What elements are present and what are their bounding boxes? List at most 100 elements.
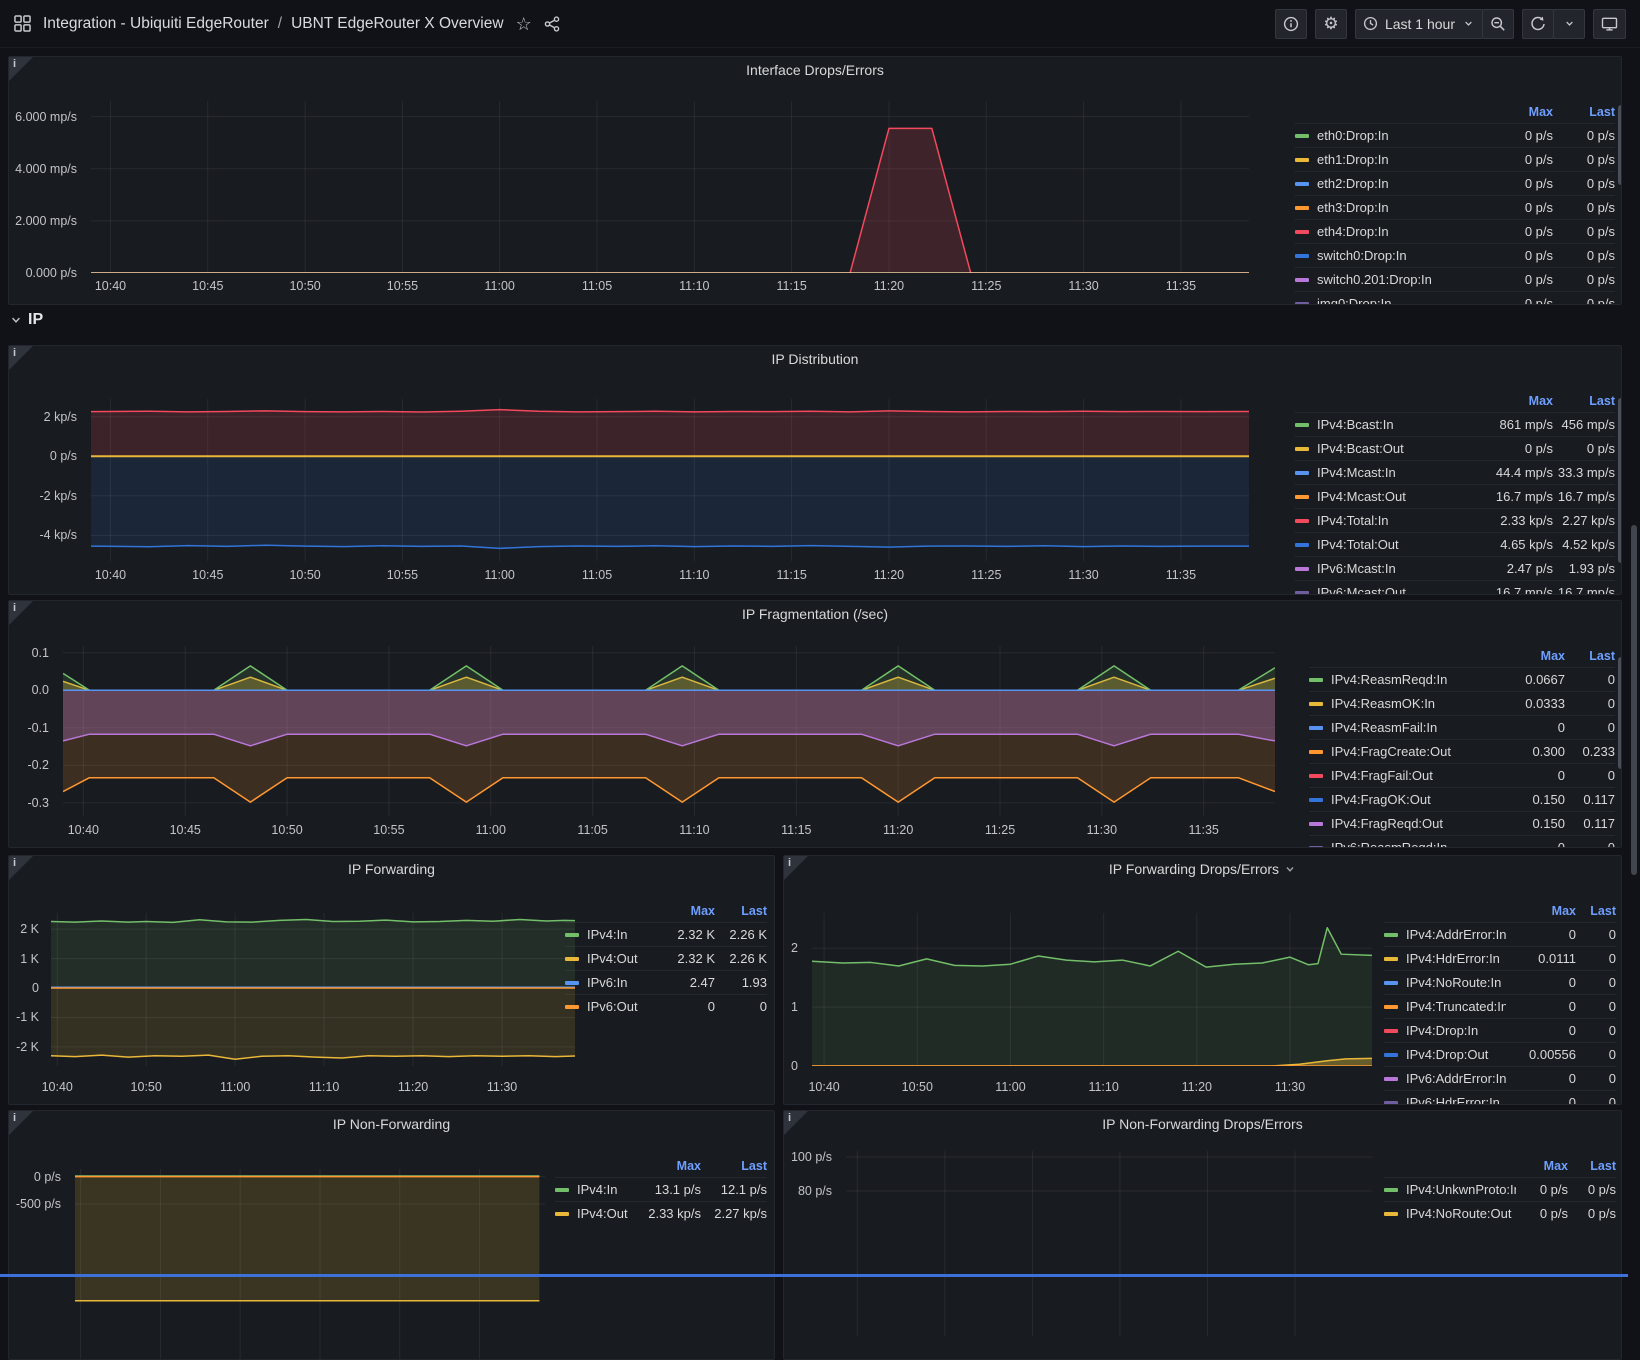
legend: MaxLastIPv4:Bcast:In861 mp/s456 mp/sIPv4… (1295, 390, 1615, 595)
legend-item[interactable]: eth2:Drop:In0 p/s0 p/s (1295, 171, 1615, 195)
row-header-ip[interactable]: IP (10, 311, 43, 329)
star-icon[interactable]: ☆ (516, 15, 532, 33)
chart-ip-forwarding[interactable] (51, 913, 575, 1066)
time-range-picker[interactable]: Last 1 hour (1355, 9, 1483, 39)
legend-column-last[interactable]: Last (701, 1159, 767, 1173)
legend-column-last[interactable]: Last (1553, 105, 1615, 119)
legend-scrollbar[interactable] (1618, 398, 1622, 563)
legend-item[interactable]: IPv4:NoRoute:Out0 p/s0 p/s (1384, 1201, 1616, 1225)
refresh-interval-dropdown[interactable] (1553, 9, 1585, 39)
legend-item[interactable]: IPv4:In13.1 p/s12.1 p/s (555, 1177, 767, 1201)
legend-item[interactable]: IPv4:Bcast:Out0 p/s0 p/s (1295, 436, 1615, 460)
legend-item[interactable]: IPv4:Drop:In00 (1384, 1018, 1616, 1042)
legend-last-value: 0 (715, 999, 767, 1014)
legend-column-last[interactable]: Last (1565, 649, 1615, 663)
x-tick-label: 11:20 (1182, 1080, 1212, 1094)
legend-series-label: IPv6:HdrError:In (1406, 1095, 1506, 1105)
legend-item[interactable]: eth4:Drop:In0 p/s0 p/s (1295, 219, 1615, 243)
legend-item[interactable]: IPv4:AddrError:In00 (1384, 922, 1616, 946)
chart-interface-drops-errors[interactable] (91, 101, 1249, 273)
legend-item[interactable]: IPv4:ReasmOK:In0.03330 (1309, 691, 1615, 715)
panel-title[interactable]: Interface Drops/Errors (9, 62, 1621, 78)
legend-scrollbar[interactable] (1618, 105, 1622, 185)
legend-item[interactable]: IPv4:Out2.32 K2.26 K (565, 946, 767, 970)
legend-series-label: IPv4:UnkwnProto:In (1406, 1182, 1516, 1197)
legend-column-last[interactable]: Last (1553, 394, 1615, 408)
legend-item[interactable]: IPv4:HdrError:In0.01110 (1384, 946, 1616, 970)
legend-item[interactable]: eth1:Drop:In0 p/s0 p/s (1295, 147, 1615, 171)
legend-item[interactable]: IPv4:Mcast:In44.4 mp/s33.3 mp/s (1295, 460, 1615, 484)
page-scrollbar[interactable] (1631, 525, 1637, 875)
legend-header: MaxLast (1384, 1155, 1616, 1177)
chevron-down-icon (1284, 863, 1296, 875)
legend: MaxLastIPv4:UnkwnProto:In0 p/s0 p/sIPv4:… (1384, 1155, 1616, 1225)
legend-item[interactable]: IPv4:Truncated:In00 (1384, 994, 1616, 1018)
panel-title[interactable]: IP Forwarding (9, 861, 774, 877)
legend-item[interactable]: IPv4:Bcast:In861 mp/s456 mp/s (1295, 412, 1615, 436)
legend-series-label: IPv4:Drop:In (1406, 1023, 1506, 1038)
legend-column-last[interactable]: Last (1568, 1159, 1616, 1173)
x-tick-label: 11:25 (971, 568, 1001, 582)
chart-ip-non-forwarding[interactable] (75, 1169, 545, 1360)
legend-item[interactable]: eth3:Drop:In0 p/s0 p/s (1295, 195, 1615, 219)
legend-column-last[interactable]: Last (1576, 904, 1616, 918)
legend-item[interactable]: IPv6:ReasmReqd:In00 (1309, 835, 1615, 848)
legend-item[interactable]: IPv4:UnkwnProto:In0 p/s0 p/s (1384, 1177, 1616, 1201)
legend-item[interactable]: IPv4:Mcast:Out16.7 mp/s16.7 mp/s (1295, 484, 1615, 508)
y-tick-label: 0.1 (32, 646, 49, 660)
legend-scrollbar[interactable] (1618, 657, 1622, 769)
breadcrumb-folder[interactable]: Integration - Ubiquiti EdgeRouter (43, 15, 269, 33)
grid-menu-icon[interactable] (14, 15, 31, 32)
legend-item[interactable]: IPv6:Mcast:In2.47 p/s1.93 p/s (1295, 556, 1615, 580)
legend-column-last[interactable]: Last (715, 904, 767, 918)
legend-item[interactable]: IPv6:AddrError:In00 (1384, 1066, 1616, 1090)
share-icon[interactable] (544, 16, 560, 32)
legend-swatch (1309, 774, 1323, 778)
panel-title[interactable]: IP Forwarding Drops/Errors (784, 861, 1621, 877)
legend-item[interactable]: IPv4:Drop:Out0.005560 (1384, 1042, 1616, 1066)
legend-item[interactable]: IPv6:In2.471.93 (565, 970, 767, 994)
legend-item[interactable]: IPv6:Out00 (565, 994, 767, 1018)
legend-item[interactable]: IPv4:NoRoute:In00 (1384, 970, 1616, 994)
legend-item[interactable]: IPv4:In2.32 K2.26 K (565, 922, 767, 946)
legend-column-max[interactable]: Max (629, 1159, 701, 1173)
panel-title[interactable]: IP Non-Forwarding Drops/Errors (784, 1116, 1621, 1132)
legend-item[interactable]: IPv4:Total:In2.33 kp/s2.27 kp/s (1295, 508, 1615, 532)
legend-column-max[interactable]: Max (1516, 1159, 1568, 1173)
legend-item[interactable]: IPv4:FragReqd:Out0.1500.117 (1309, 811, 1615, 835)
panel-title[interactable]: IP Distribution (9, 351, 1621, 367)
legend-item[interactable]: IPv4:ReasmFail:In00 (1309, 715, 1615, 739)
chart-ip-forwarding-drops-errors[interactable] (812, 913, 1372, 1066)
legend-swatch (565, 981, 579, 985)
panel-title[interactable]: IP Fragmentation (/sec) (9, 606, 1621, 622)
legend-column-max[interactable]: Max (657, 904, 715, 918)
legend-item[interactable]: IPv4:FragCreate:Out0.3000.233 (1309, 739, 1615, 763)
time-zoom-out-button[interactable] (1482, 9, 1514, 39)
chart-ip-non-forwarding-drops-errors[interactable] (846, 1151, 1372, 1336)
legend-item[interactable]: imq0:Drop:In0 p/s0 p/s (1295, 291, 1615, 305)
chart-ip-fragmentation[interactable] (63, 646, 1275, 816)
legend-column-max[interactable]: Max (1506, 904, 1576, 918)
legend-series-label: imq0:Drop:In (1317, 296, 1477, 305)
legend-item[interactable]: IPv6:HdrError:In00 (1384, 1090, 1616, 1105)
chart-ip-distribution[interactable] (91, 399, 1249, 561)
legend-column-max[interactable]: Max (1477, 394, 1553, 408)
refresh-button[interactable] (1522, 9, 1554, 39)
panel-title[interactable]: IP Non-Forwarding (9, 1116, 774, 1132)
legend-item[interactable]: IPv4:FragFail:Out00 (1309, 763, 1615, 787)
legend-item[interactable]: IPv6:Mcast:Out16.7 mp/s16.7 mp/s (1295, 580, 1615, 595)
legend-item[interactable]: IPv4:Out2.33 kp/s2.27 kp/s (555, 1201, 767, 1225)
kiosk-mode-button[interactable] (1593, 9, 1626, 39)
dashboard-settings-button[interactable]: ⚙ (1315, 9, 1347, 39)
legend-last-value: 0 (1576, 1095, 1616, 1105)
dashboard-insights-button[interactable] (1275, 9, 1307, 39)
legend-column-max[interactable]: Max (1477, 105, 1553, 119)
legend-item[interactable]: IPv4:Total:Out4.65 kp/s4.52 kp/s (1295, 532, 1615, 556)
legend-item[interactable]: switch0:Drop:In0 p/s0 p/s (1295, 243, 1615, 267)
legend-max-value: 0 p/s (1477, 224, 1553, 239)
legend-column-max[interactable]: Max (1505, 649, 1565, 663)
legend-item[interactable]: switch0.201:Drop:In0 p/s0 p/s (1295, 267, 1615, 291)
legend-item[interactable]: IPv4:ReasmReqd:In0.06670 (1309, 667, 1615, 691)
legend-item[interactable]: eth0:Drop:In0 p/s0 p/s (1295, 123, 1615, 147)
legend-item[interactable]: IPv4:FragOK:Out0.1500.117 (1309, 787, 1615, 811)
